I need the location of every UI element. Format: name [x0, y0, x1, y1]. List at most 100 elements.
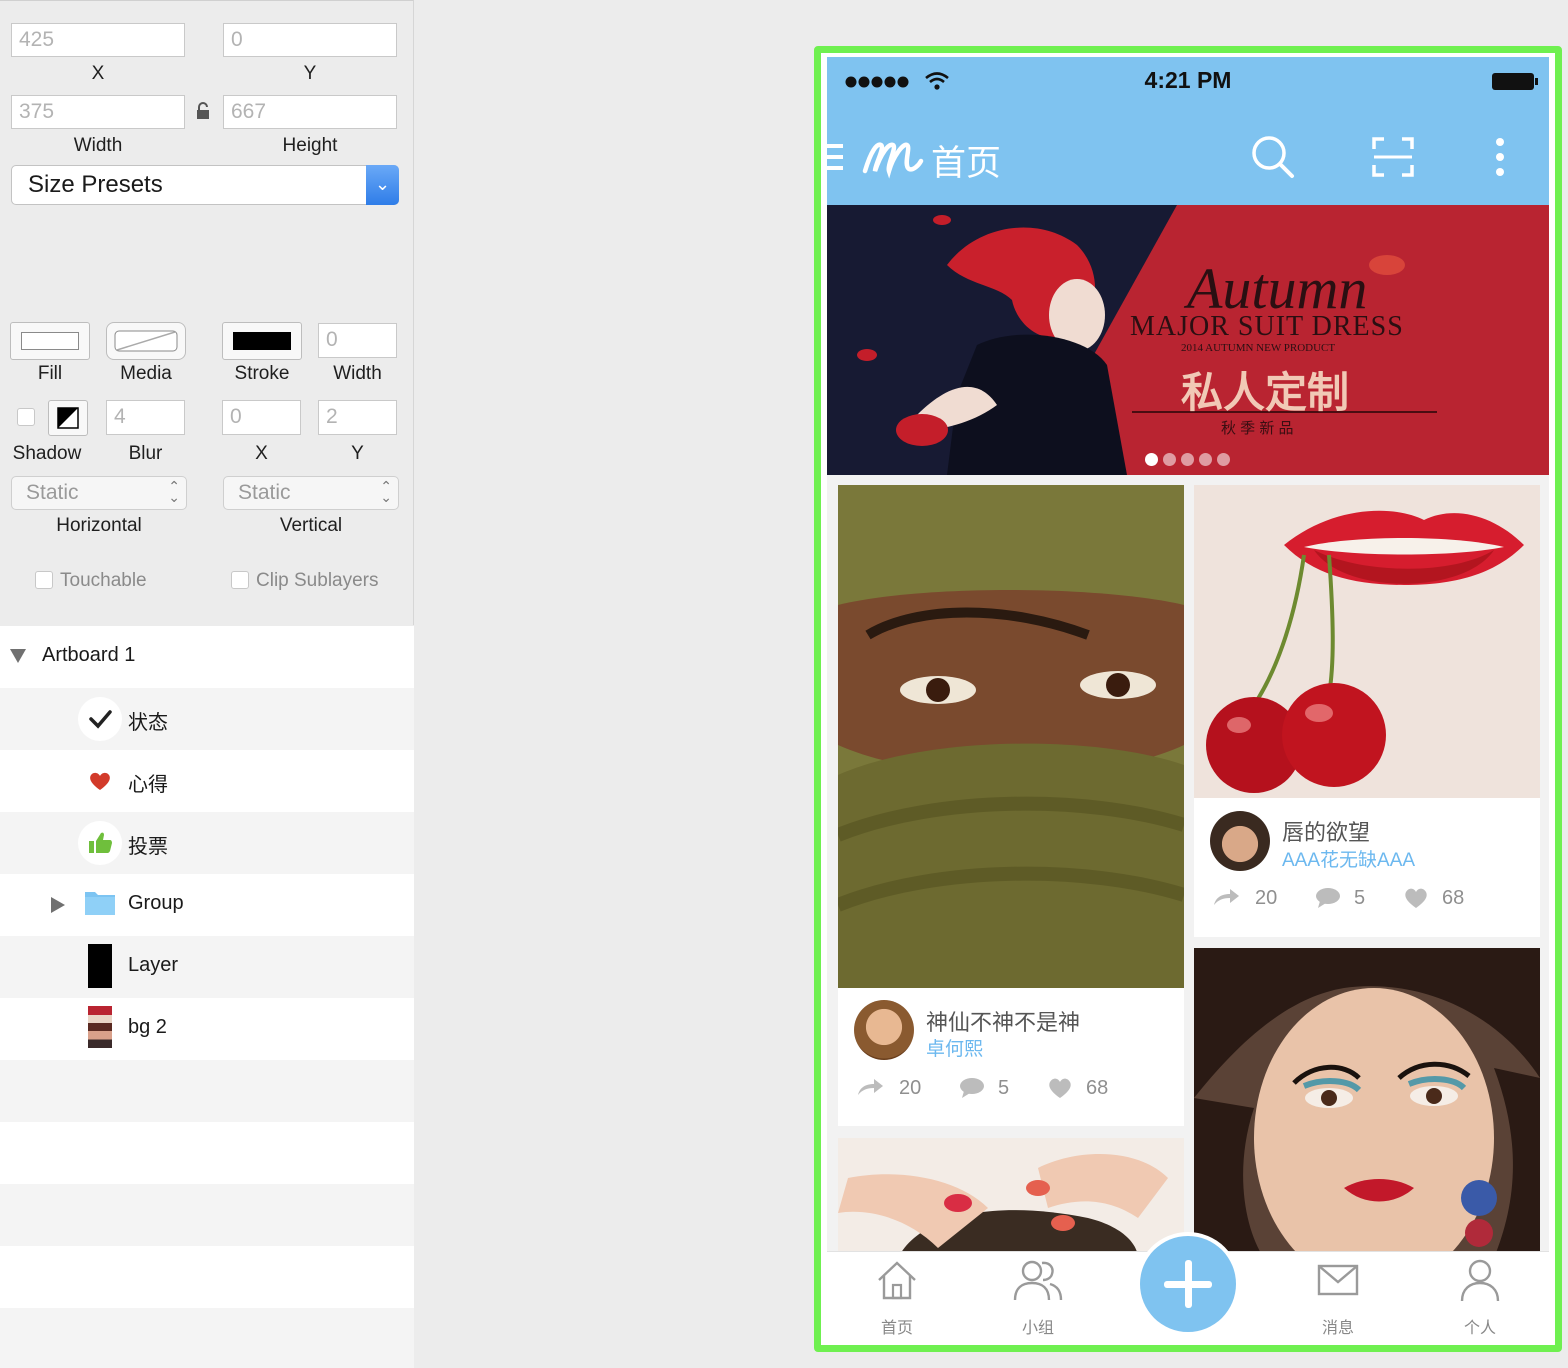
comment-count: 5 [1354, 887, 1366, 909]
empty-row [0, 1246, 414, 1308]
blur-label: Blur [128, 443, 163, 464]
scan-icon[interactable] [1372, 137, 1414, 182]
fill-label: Fill [37, 363, 63, 384]
tab-label: 小组 [1021, 1320, 1054, 1337]
shadow-x-input[interactable]: 0 [222, 400, 301, 435]
vertical-select[interactable]: Static ⌃ ⌄ [223, 476, 399, 510]
height-input[interactable]: 667 [223, 95, 397, 129]
page-indicator[interactable] [1145, 453, 1235, 471]
feed-card[interactable] [1194, 948, 1540, 1258]
page-dot[interactable] [1145, 453, 1158, 466]
layer-name: 投票 [128, 836, 168, 858]
feed-card[interactable]: 唇的欲望 AAA花无缺AAA 20 5 68 [1194, 485, 1540, 937]
disclosure-right-icon[interactable] [50, 896, 66, 919]
layer-row-status[interactable]: 状态 [0, 688, 414, 750]
comment-icon[interactable] [959, 1077, 985, 1104]
share-icon[interactable] [856, 1077, 884, 1102]
layer-row-vote[interactable]: 投票 [0, 812, 414, 874]
clip-sublayers-checkbox[interactable] [231, 571, 249, 589]
shadow-label: Shadow [12, 443, 82, 464]
banner-headline: MAJOR SUIT DRESS [1130, 311, 1404, 342]
compose-button[interactable] [1140, 1236, 1236, 1332]
height-label: Height [282, 135, 338, 156]
thumbs-up-icon [78, 821, 122, 865]
size-presets-dropdown[interactable]: Size Presets ⌄ [11, 165, 399, 205]
heart-icon[interactable] [1403, 887, 1429, 914]
feed-card[interactable] [838, 1138, 1184, 1258]
more-vertical-icon[interactable] [1495, 137, 1505, 182]
stroke-swatch[interactable] [222, 322, 302, 360]
horizontal-value: Static [26, 481, 79, 504]
clip-sublayers-label: Clip Sublayers [256, 570, 379, 591]
users-icon [1013, 1260, 1063, 1301]
layer-name: Layer [128, 954, 179, 976]
tab-home[interactable]: 首页 [857, 1258, 937, 1341]
tab-group[interactable]: 小组 [998, 1258, 1078, 1341]
banner-cn-sub: 秋 季 新 品 [1221, 420, 1294, 437]
user-icon [1460, 1259, 1500, 1302]
tab-bar: 首页 小组 消息 个人 [827, 1232, 1549, 1341]
media-label: Media [120, 363, 172, 384]
stroke-width-label: Width [333, 363, 382, 384]
blur-input[interactable]: 4 [106, 400, 185, 435]
layer-thumbnail [88, 944, 112, 988]
layer-row-artboard[interactable]: Artboard 1 [0, 626, 414, 688]
lock-icon[interactable] [195, 102, 211, 120]
card-image [1194, 948, 1540, 1258]
layer-row-bg[interactable]: bg 2 [0, 998, 414, 1060]
shadow-y-input[interactable]: 2 [318, 400, 397, 435]
shadow-checkbox[interactable] [17, 408, 35, 426]
page-dot[interactable] [1181, 453, 1194, 466]
heart-icon[interactable] [1047, 1077, 1073, 1104]
media-swatch[interactable] [106, 322, 186, 360]
x-label: X [91, 63, 105, 84]
tab-profile[interactable]: 个人 [1440, 1258, 1520, 1341]
y-input[interactable]: 0 [223, 23, 397, 57]
layer-row-group[interactable]: Group [0, 874, 414, 936]
page-dot[interactable] [1199, 453, 1212, 466]
promo-banner[interactable]: Autumn MAJOR SUIT DRESS 2014 AUTUMN NEW … [827, 205, 1549, 475]
comment-icon[interactable] [1315, 887, 1341, 914]
horizontal-select[interactable]: Static ⌃ ⌄ [11, 476, 187, 510]
card-title: 唇的欲望 [1282, 820, 1371, 845]
heart-icon [78, 759, 122, 803]
touchable-checkbox[interactable] [35, 571, 53, 589]
home-icon [878, 1261, 916, 1300]
disclosure-down-icon[interactable] [9, 648, 27, 669]
layer-row-experience[interactable]: 心得 [0, 750, 414, 812]
card-image [1194, 485, 1540, 798]
card-author[interactable]: 卓何熙 [926, 1034, 983, 1061]
chevron-down-icon: ⌄ [366, 165, 399, 205]
page-dot[interactable] [1217, 453, 1230, 466]
x-input[interactable]: 425 [11, 23, 185, 57]
layer-name: 状态 [128, 712, 168, 734]
search-icon[interactable] [1251, 135, 1295, 184]
empty-row [0, 1184, 414, 1246]
layer-name: 心得 [128, 774, 168, 796]
layer-row-layer[interactable]: Layer [0, 936, 414, 998]
app-logo [861, 131, 925, 184]
feed-card[interactable]: 神仙不神不是神 卓何熙 20 5 68 [838, 485, 1184, 1126]
page-dot[interactable] [1163, 453, 1176, 466]
shadow-color-swatch[interactable] [48, 400, 88, 436]
nav-bar: 首页 [827, 105, 1549, 205]
mail-icon [1317, 1264, 1359, 1296]
width-input[interactable]: 375 [11, 95, 185, 129]
share-count: 20 [1255, 887, 1278, 909]
folder-icon [84, 888, 116, 921]
card-author[interactable]: AAA花无缺AAA [1282, 845, 1415, 872]
avatar[interactable] [854, 1000, 914, 1060]
share-icon[interactable] [1212, 887, 1240, 912]
stroke-width-input[interactable]: 0 [318, 323, 397, 358]
fill-swatch[interactable] [10, 322, 90, 360]
layer-name: Group [128, 892, 184, 914]
menu-icon[interactable] [827, 142, 845, 177]
phone-screen: 4:21 PM 首页 Autumn MAJOR SUIT DRESS 2014 … [827, 57, 1549, 1341]
battery-icon [1491, 72, 1539, 97]
horizontal-label: Horizontal [56, 515, 142, 536]
vertical-label: Vertical [279, 515, 343, 536]
tab-messages[interactable]: 消息 [1298, 1258, 1378, 1341]
avatar[interactable] [1210, 811, 1270, 871]
y-label: Y [303, 63, 317, 84]
card-title: 神仙不神不是神 [926, 1010, 1081, 1035]
